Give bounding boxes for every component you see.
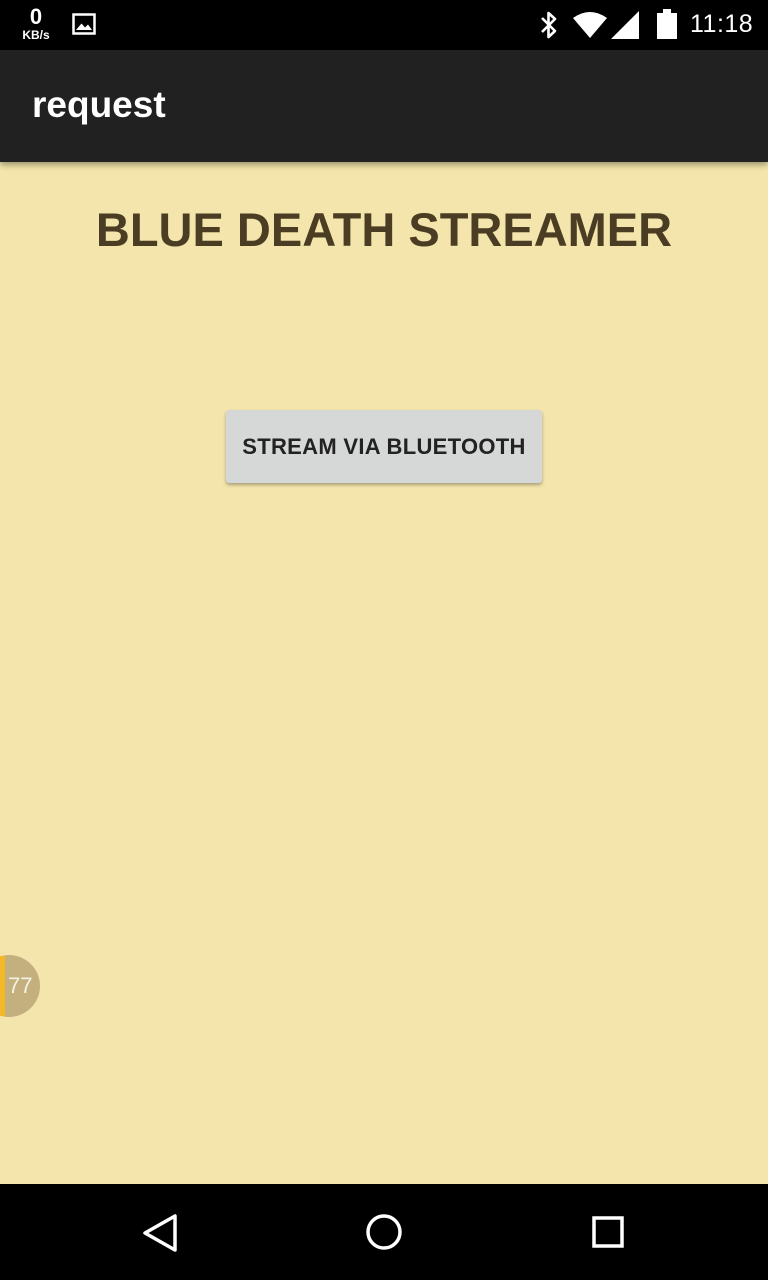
app-title: request [32,84,166,125]
status-clock: 11:18 [690,10,754,38]
floating-bubble-accent [0,955,5,1017]
network-speed-indicator: 0 KB/s [16,4,56,42]
floating-bubble-count: 77 [8,973,33,998]
wifi-icon [572,11,608,44]
stream-via-bluetooth-button[interactable]: STREAM VIA BLUETOOTH [226,410,542,483]
floating-bubble[interactable]: 77 [0,955,40,1017]
app-bar: request [0,50,768,162]
home-icon[interactable] [359,1208,409,1258]
network-speed-value: 0 [29,4,43,29]
navigation-bar [0,1184,768,1280]
page-heading: BLUE DEATH STREAMER [95,203,673,256]
status-bar: 0 KB/s 11:18 [0,0,768,50]
bluetooth-icon [538,10,560,45]
screen: 0 KB/s 11:18 request BLUE DEATH STREAMER… [0,0,768,1280]
recents-icon[interactable] [583,1208,633,1258]
battery-icon [656,9,678,44]
cell-signal-icon [610,11,640,44]
network-speed-unit: KB/s [22,28,50,42]
back-icon[interactable] [135,1208,185,1258]
image-notification-icon [72,13,96,40]
